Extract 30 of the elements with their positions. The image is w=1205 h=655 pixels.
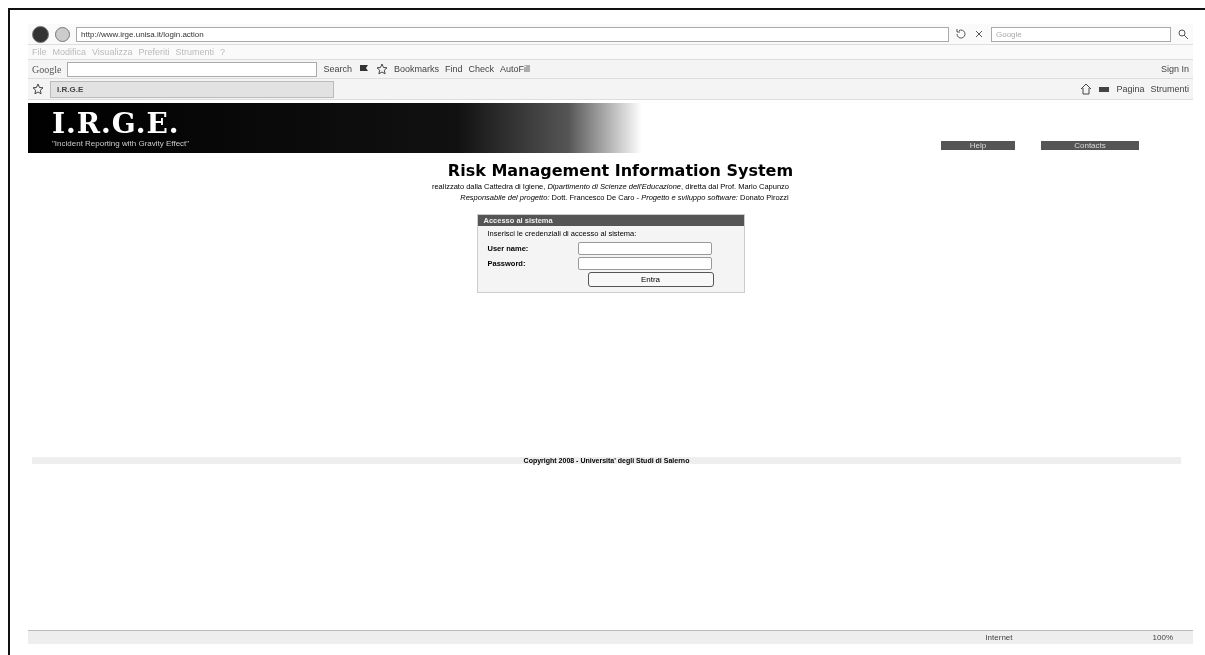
address-field[interactable]: http://www.irge.unisa.it/login.action	[76, 26, 949, 42]
tools-menu[interactable]: Strumenti	[1150, 84, 1189, 94]
nav-link[interactable]: Contacts	[1041, 141, 1139, 150]
check-button[interactable]: Check	[468, 64, 495, 74]
tagline: "Incident Reporting with Gravity Effect"	[52, 138, 191, 148]
username-field[interactable]	[577, 242, 712, 255]
zoom-control[interactable]: 100%	[1152, 633, 1173, 642]
refresh-icon[interactable]	[955, 28, 967, 40]
password-field[interactable]	[577, 257, 712, 270]
find-button[interactable]: Find	[445, 64, 463, 74]
page-title: Risk Management Information System	[447, 161, 794, 180]
forward-button[interactable]	[55, 26, 70, 42]
close-icon[interactable]	[973, 28, 985, 40]
back-button[interactable]	[32, 25, 49, 43]
autofill-button[interactable]: AutoFill	[500, 64, 531, 74]
browser-tab[interactable]: I.R.G.E	[50, 80, 334, 98]
search-icon[interactable]	[1177, 28, 1189, 40]
google-logo: Google	[32, 63, 62, 75]
home-icon[interactable]	[1080, 83, 1093, 95]
site-logo: I.R.G.E.	[52, 108, 181, 139]
bookmarks-button[interactable]: Bookmarks	[394, 64, 439, 74]
toolbar-search-field[interactable]	[67, 61, 318, 77]
sign-in-button[interactable]: Sign In	[1160, 64, 1189, 74]
login-button[interactable]: Entra	[587, 272, 714, 287]
zone-label: Internet	[985, 633, 1013, 642]
star-icon[interactable]	[376, 63, 388, 75]
search-button[interactable]: Search	[323, 64, 352, 74]
star-icon[interactable]	[32, 83, 44, 95]
nav-link[interactable]: Help	[941, 141, 1015, 150]
page-menu[interactable]: Pagina	[1116, 84, 1145, 94]
